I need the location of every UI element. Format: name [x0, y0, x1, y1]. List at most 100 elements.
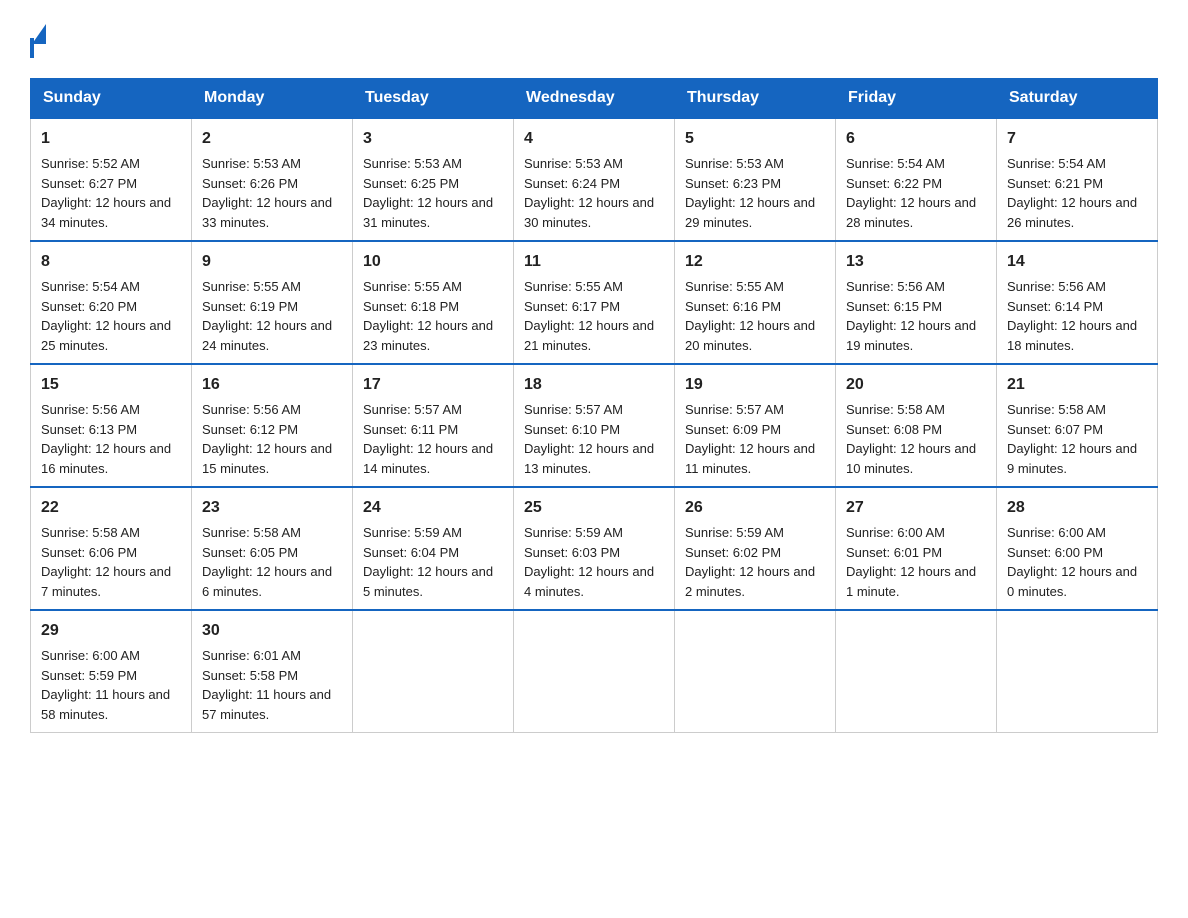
day-number: 19: [685, 373, 825, 397]
daylight-text: Daylight: 12 hours and 1 minute.: [846, 564, 976, 599]
day-number: 14: [1007, 250, 1147, 274]
calendar-cell: 7Sunrise: 5:54 AMSunset: 6:21 PMDaylight…: [997, 118, 1158, 241]
day-number: 18: [524, 373, 664, 397]
day-number: 7: [1007, 127, 1147, 151]
day-number: 3: [363, 127, 503, 151]
daylight-text: Daylight: 12 hours and 28 minutes.: [846, 195, 976, 230]
calendar-cell: 5Sunrise: 5:53 AMSunset: 6:23 PMDaylight…: [675, 118, 836, 241]
sunset-text: Sunset: 6:22 PM: [846, 176, 942, 191]
daylight-text: Daylight: 12 hours and 10 minutes.: [846, 441, 976, 476]
day-number: 22: [41, 496, 181, 520]
daylight-text: Daylight: 12 hours and 2 minutes.: [685, 564, 815, 599]
day-number: 21: [1007, 373, 1147, 397]
daylight-text: Daylight: 12 hours and 26 minutes.: [1007, 195, 1137, 230]
sunset-text: Sunset: 6:03 PM: [524, 545, 620, 560]
calendar-cell: [836, 610, 997, 733]
sunrise-text: Sunrise: 5:58 AM: [846, 402, 945, 417]
calendar-cell: 26Sunrise: 5:59 AMSunset: 6:02 PMDayligh…: [675, 487, 836, 610]
daylight-text: Daylight: 12 hours and 33 minutes.: [202, 195, 332, 230]
calendar-header-row: SundayMondayTuesdayWednesdayThursdayFrid…: [31, 79, 1158, 119]
daylight-text: Daylight: 12 hours and 15 minutes.: [202, 441, 332, 476]
calendar-header-thursday: Thursday: [675, 79, 836, 119]
day-number: 10: [363, 250, 503, 274]
daylight-text: Daylight: 11 hours and 57 minutes.: [202, 687, 331, 722]
week-row-2: 8Sunrise: 5:54 AMSunset: 6:20 PMDaylight…: [31, 241, 1158, 364]
calendar-cell: 29Sunrise: 6:00 AMSunset: 5:59 PMDayligh…: [31, 610, 192, 733]
calendar-cell: 8Sunrise: 5:54 AMSunset: 6:20 PMDaylight…: [31, 241, 192, 364]
sunrise-text: Sunrise: 5:57 AM: [524, 402, 623, 417]
sunrise-text: Sunrise: 5:57 AM: [363, 402, 462, 417]
week-row-3: 15Sunrise: 5:56 AMSunset: 6:13 PMDayligh…: [31, 364, 1158, 487]
sunrise-text: Sunrise: 5:53 AM: [363, 156, 462, 171]
sunset-text: Sunset: 6:21 PM: [1007, 176, 1103, 191]
day-number: 24: [363, 496, 503, 520]
calendar-cell: 23Sunrise: 5:58 AMSunset: 6:05 PMDayligh…: [192, 487, 353, 610]
sunrise-text: Sunrise: 5:56 AM: [41, 402, 140, 417]
calendar-cell: 19Sunrise: 5:57 AMSunset: 6:09 PMDayligh…: [675, 364, 836, 487]
calendar-cell: 3 Sunrise: 5:53 AM Sunset: 6:25 PM Daylight…: [353, 118, 514, 241]
daylight-text: Daylight: 12 hours and 14 minutes.: [363, 441, 493, 476]
calendar-cell: 25Sunrise: 5:59 AMSunset: 6:03 PMDayligh…: [514, 487, 675, 610]
sunset-text: Sunset: 6:04 PM: [363, 545, 459, 560]
sunrise-text: Sunrise: 5:54 AM: [846, 156, 945, 171]
daylight-text: Daylight: 12 hours and 23 minutes.: [363, 318, 493, 353]
sunrise-text: Sunrise: 5:53 AM: [524, 156, 623, 171]
calendar-header-wednesday: Wednesday: [514, 79, 675, 119]
week-row-5: 29Sunrise: 6:00 AMSunset: 5:59 PMDayligh…: [31, 610, 1158, 733]
page-header: [30, 20, 1158, 58]
sunrise-text: Sunrise: 6:00 AM: [1007, 525, 1106, 540]
sunrise-text: Sunrise: 5:58 AM: [1007, 402, 1106, 417]
day-number: 1: [41, 127, 181, 151]
sunrise-text: Sunrise: 5:53 AM: [202, 156, 301, 171]
calendar-cell: 15Sunrise: 5:56 AMSunset: 6:13 PMDayligh…: [31, 364, 192, 487]
daylight-text: Daylight: 12 hours and 7 minutes.: [41, 564, 171, 599]
daylight-text: Daylight: 12 hours and 9 minutes.: [1007, 441, 1137, 476]
sunrise-text: Sunrise: 5:54 AM: [41, 279, 140, 294]
sunset-text: Sunset: 6:08 PM: [846, 422, 942, 437]
calendar-cell: 22Sunrise: 5:58 AMSunset: 6:06 PMDayligh…: [31, 487, 192, 610]
day-number: 8: [41, 250, 181, 274]
calendar-cell: 12Sunrise: 5:55 AMSunset: 6:16 PMDayligh…: [675, 241, 836, 364]
day-number: 30: [202, 619, 342, 643]
calendar-cell: [353, 610, 514, 733]
calendar-cell: 20Sunrise: 5:58 AMSunset: 6:08 PMDayligh…: [836, 364, 997, 487]
sunrise-text: Sunrise: 5:52 AM: [41, 156, 140, 171]
sunrise-text: Sunrise: 5:57 AM: [685, 402, 784, 417]
calendar-cell: 14Sunrise: 5:56 AMSunset: 6:14 PMDayligh…: [997, 241, 1158, 364]
sunrise-text: Sunrise: 5:53 AM: [685, 156, 784, 171]
day-number: 29: [41, 619, 181, 643]
daylight-text: Daylight: 12 hours and 20 minutes.: [685, 318, 815, 353]
calendar-cell: 11Sunrise: 5:55 AMSunset: 6:17 PMDayligh…: [514, 241, 675, 364]
calendar-cell: [675, 610, 836, 733]
sunrise-text: Sunrise: 5:55 AM: [363, 279, 462, 294]
day-number: 27: [846, 496, 986, 520]
sunset-text: Sunset: 6:19 PM: [202, 299, 298, 314]
sunset-text: Sunset: 6:14 PM: [1007, 299, 1103, 314]
daylight-text: Daylight: 12 hours and 31 minutes.: [363, 195, 493, 230]
sunset-text: Sunset: 6:26 PM: [202, 176, 298, 191]
sunset-text: Sunset: 6:02 PM: [685, 545, 781, 560]
logo: [30, 20, 46, 58]
day-number: 11: [524, 250, 664, 274]
daylight-text: Daylight: 12 hours and 4 minutes.: [524, 564, 654, 599]
daylight-text: Daylight: 11 hours and 58 minutes.: [41, 687, 170, 722]
calendar-cell: 9Sunrise: 5:55 AMSunset: 6:19 PMDaylight…: [192, 241, 353, 364]
calendar-cell: 13Sunrise: 5:56 AMSunset: 6:15 PMDayligh…: [836, 241, 997, 364]
daylight-text: Daylight: 12 hours and 18 minutes.: [1007, 318, 1137, 353]
daylight-text: Daylight: 12 hours and 34 minutes.: [41, 195, 171, 230]
calendar-cell: 21Sunrise: 5:58 AMSunset: 6:07 PMDayligh…: [997, 364, 1158, 487]
calendar-cell: 6Sunrise: 5:54 AMSunset: 6:22 PMDaylight…: [836, 118, 997, 241]
calendar-cell: [514, 610, 675, 733]
sunset-text: Sunset: 6:12 PM: [202, 422, 298, 437]
daylight-text: Daylight: 12 hours and 24 minutes.: [202, 318, 332, 353]
calendar-cell: 16Sunrise: 5:56 AMSunset: 6:12 PMDayligh…: [192, 364, 353, 487]
sunset-text: Sunset: 6:06 PM: [41, 545, 137, 560]
day-number: 25: [524, 496, 664, 520]
day-number: 4: [524, 127, 664, 151]
day-number: 2: [202, 127, 342, 151]
day-number: 16: [202, 373, 342, 397]
calendar-table: SundayMondayTuesdayWednesdayThursdayFrid…: [30, 78, 1158, 733]
sunset-text: Sunset: 5:59 PM: [41, 668, 137, 683]
day-number: 12: [685, 250, 825, 274]
sunset-text: Sunset: 6:25 PM: [363, 176, 459, 191]
